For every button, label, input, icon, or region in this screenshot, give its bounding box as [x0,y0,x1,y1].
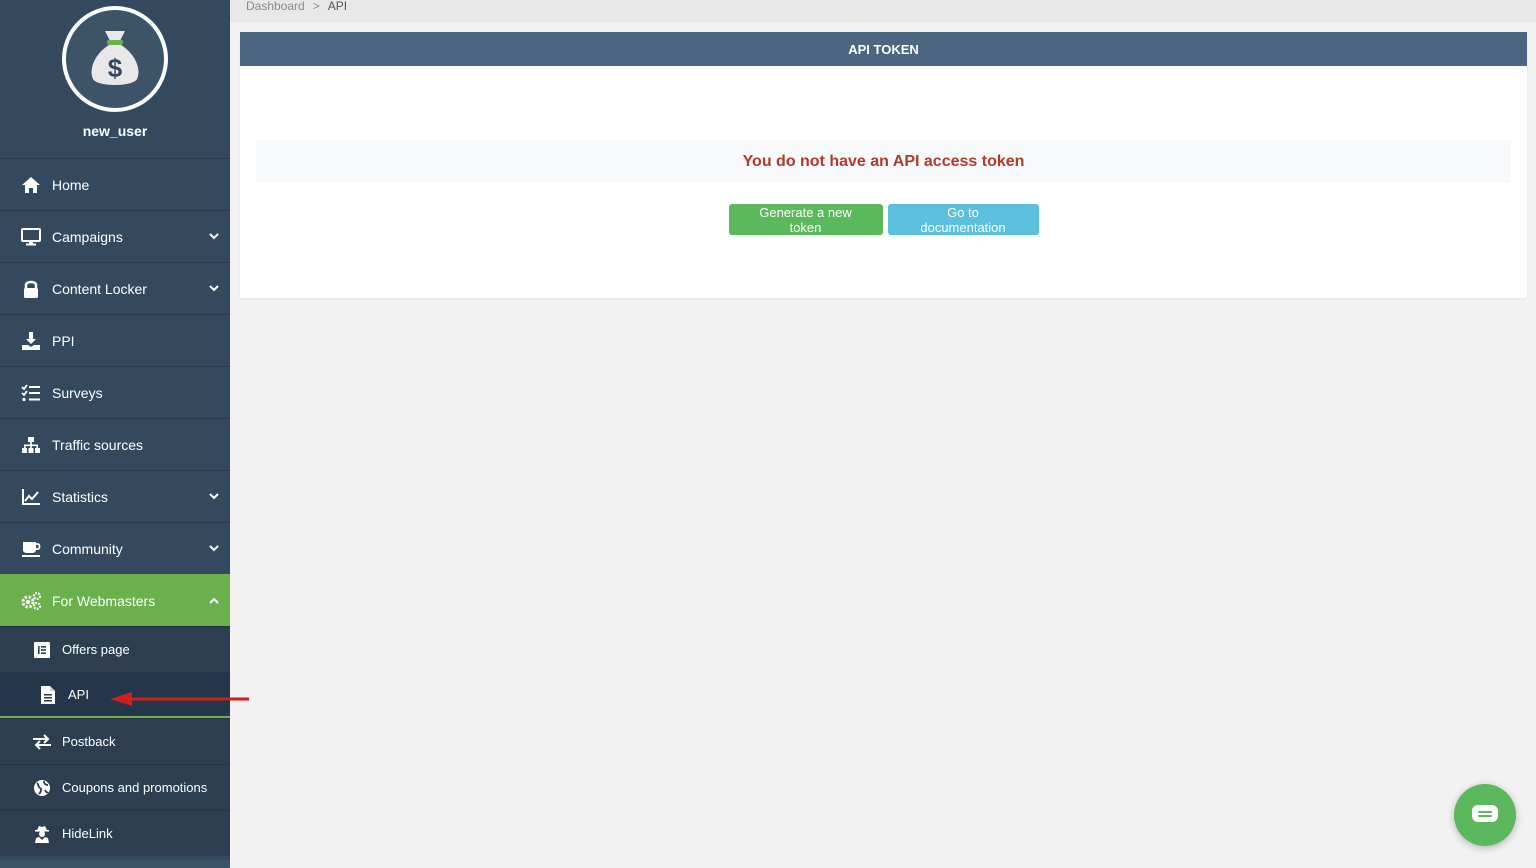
breadcrumb-current: API [327,0,348,13]
checklist-icon [20,382,42,404]
sidebar-item-label: Content Locker [52,280,147,297]
user-secret-icon [32,824,52,844]
user-profile: $ new_user [0,0,230,158]
sitemap-icon [20,434,42,456]
monitor-icon [20,226,42,248]
annotation-arrow [110,692,249,706]
sidebar-item-label: Surveys [52,384,103,401]
sidebar: $ new_user Home Campaigns Content Locker [0,0,230,868]
sidebar-item-for-webmasters[interactable]: For Webmasters [0,574,230,626]
sidebar-subitem-offers-page[interactable]: Offers page [0,626,230,672]
card-title: API TOKEN [240,32,1527,66]
sidebar-item-surveys[interactable]: Surveys [0,366,230,418]
sidebar-footer [0,860,230,868]
webmasters-submenu: Offers page API Postback Coupons and pro… [0,626,230,856]
sidebar-item-traffic-sources[interactable]: Traffic sources [0,418,230,470]
lock-icon [20,278,42,300]
exchange-icon [32,732,52,752]
chat-icon [1472,805,1498,822]
sidebar-item-label: Campaigns [52,228,123,245]
sidebar-subitem-hidelink[interactable]: HideLink [0,810,230,856]
sidebar-subitem-coupons[interactable]: Coupons and promotions [0,764,230,810]
sidebar-subitem-label: Offers page [62,642,130,657]
money-bag-icon: $ [91,31,139,85]
card-actions: Generate a new token Go to documentation [240,204,1527,235]
sidebar-item-home[interactable]: Home [0,158,230,210]
sidebar-item-label: PPI [52,332,75,349]
sidebar-item-label: Community [52,540,123,557]
chevron-down-icon [208,543,220,555]
sidebar-item-content-locker[interactable]: Content Locker [0,262,230,314]
sidebar-subitem-label: Coupons and promotions [62,780,208,795]
sidebar-item-campaigns[interactable]: Campaigns [0,210,230,262]
sidebar-subitem-label: API [68,687,89,702]
api-token-card: API TOKEN You do not have an API access … [240,32,1527,298]
sidebar-item-label: Home [52,176,90,193]
download-icon [20,330,42,352]
sidebar-item-community[interactable]: Community [0,522,230,574]
breadcrumb: Dashboard > API [230,0,1536,22]
sidebar-subitem-label: HideLink [62,826,113,841]
coffee-icon [20,538,42,560]
chevron-down-icon [208,283,220,295]
chevron-up-icon [208,595,220,607]
username: new_user [82,123,148,139]
chart-icon [20,486,42,508]
file-icon [38,685,58,705]
sidebar-item-label: Statistics [52,488,109,505]
chevron-down-icon [208,491,220,503]
gears-icon [20,590,42,612]
globe-icon [32,778,52,798]
breadcrumb-link-dashboard[interactable]: Dashboard [246,0,305,13]
home-icon [20,174,42,196]
sidebar-subitem-label: Postback [62,734,116,749]
sidebar-item-ppi[interactable]: PPI [0,314,230,366]
sidebar-item-label: Traffic sources [52,436,144,453]
sidebar-subitem-postback[interactable]: Postback [0,718,230,764]
svg-text:$: $ [108,53,123,83]
chevron-down-icon [208,231,220,243]
sidebar-item-label: For Webmasters [52,592,156,609]
list-icon [32,640,52,660]
documentation-button[interactable]: Go to documentation [887,204,1039,235]
avatar[interactable]: $ [62,6,168,112]
chat-widget-button[interactable] [1454,784,1516,846]
no-token-notice: You do not have an API access token [256,140,1511,183]
sidebar-item-statistics[interactable]: Statistics [0,470,230,522]
breadcrumb-separator: > [312,0,320,13]
generate-token-button[interactable]: Generate a new token [728,204,883,235]
